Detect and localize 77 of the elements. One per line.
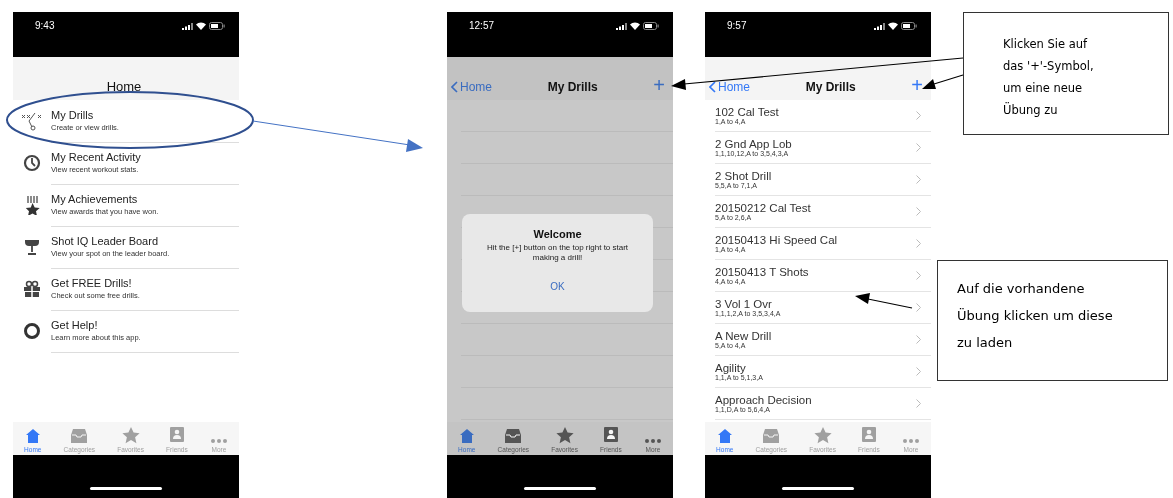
chevron-icon [916,207,921,216]
drill-name[interactable]: Agility [715,362,910,374]
callout-text: Klicken Sie auf das '+'-Symbol, um eine neue Übung zu [963,12,1169,135]
callout-text: Auf die vorhandene Übung klicken um diese zu laden [937,260,1168,381]
wifi-icon [196,22,206,30]
nav-title: My Drills [805,80,856,94]
arrow [855,293,913,309]
menu-item-title[interactable]: My Achievements [51,193,239,205]
star-icon [813,427,832,444]
add-button[interactable]: + [653,76,665,94]
back-button[interactable]: Home [451,80,492,94]
signal-icon [616,22,627,30]
tray-icon [504,428,523,444]
battery-icon [643,22,659,30]
clock-icon [23,154,41,172]
gift-icon [23,280,41,298]
home-indicator [524,487,596,490]
drill-name[interactable]: 20150212 Cal Test [715,202,910,214]
house-icon [716,428,733,444]
signal-icon [182,22,193,30]
more-icon [643,438,662,444]
house-icon [458,428,475,444]
chevron-left-icon [451,81,458,93]
chevron-icon [916,303,921,312]
drill-name[interactable]: 2 Shot Drill [715,170,910,182]
house-icon [24,428,41,444]
contact-card-icon [603,427,618,444]
menu-item-title[interactable]: My Drills [51,109,239,121]
drill-name[interactable]: 20150413 Hi Speed Cal [715,234,910,246]
chevron-icon [916,111,921,120]
medal-icon [23,195,41,215]
alert-message: Hit the [+] button on the top right to start making a drill! [485,243,630,264]
chevron-icon [916,271,921,280]
drill-name[interactable]: 20150413 T Shots [715,266,910,278]
menu-item-title[interactable]: My Recent Activity [51,151,239,163]
home-indicator [90,487,162,490]
more-icon [901,438,920,444]
add-button[interactable]: + [911,76,923,94]
drill-name[interactable]: 3 Vol 1 Ovr [715,298,910,310]
trophy-icon [23,238,41,256]
drill-name[interactable]: A New Drill [715,330,910,342]
tray-icon [70,428,89,444]
signal-icon [874,22,885,30]
ok-button[interactable]: OK [544,279,571,293]
star-icon [555,427,574,444]
status-time: 9:57 [727,20,747,31]
chevron-icon [916,143,921,152]
play-diagram-icon [21,111,43,131]
lifebuoy-icon [23,322,41,340]
menu-item-title[interactable]: Get Help! [51,319,239,331]
chevron-icon [916,367,921,376]
star-icon [121,427,140,444]
wifi-icon [888,22,898,30]
chevron-icon [916,175,921,184]
wifi-icon [630,22,640,30]
nav-title: Home [106,79,142,94]
chevron-icon [916,335,921,344]
nav-title: My Drills [547,80,598,94]
alert-title: Welcome [533,228,582,240]
contact-card-icon [861,427,876,444]
menu-item-title[interactable]: Get FREE Drills! [51,277,239,289]
chevron-icon [916,399,921,408]
home-indicator [782,487,854,490]
battery-icon [901,22,917,30]
chevron-icon [916,239,921,248]
status-time: 9:43 [35,20,55,31]
status-time: 12:57 [469,20,495,31]
contact-card-icon [169,427,184,444]
more-icon [209,438,228,444]
drill-name[interactable]: 2 Gnd App Lob [715,138,910,150]
drill-name[interactable]: 102 Cal Test [715,106,910,118]
menu-item-title[interactable]: Shot IQ Leader Board [51,235,239,247]
tray-icon [762,428,781,444]
chevron-left-icon [709,81,716,93]
battery-icon [209,22,225,30]
back-button[interactable]: Home [709,80,750,94]
drill-name[interactable]: Approach Decision [715,394,910,406]
